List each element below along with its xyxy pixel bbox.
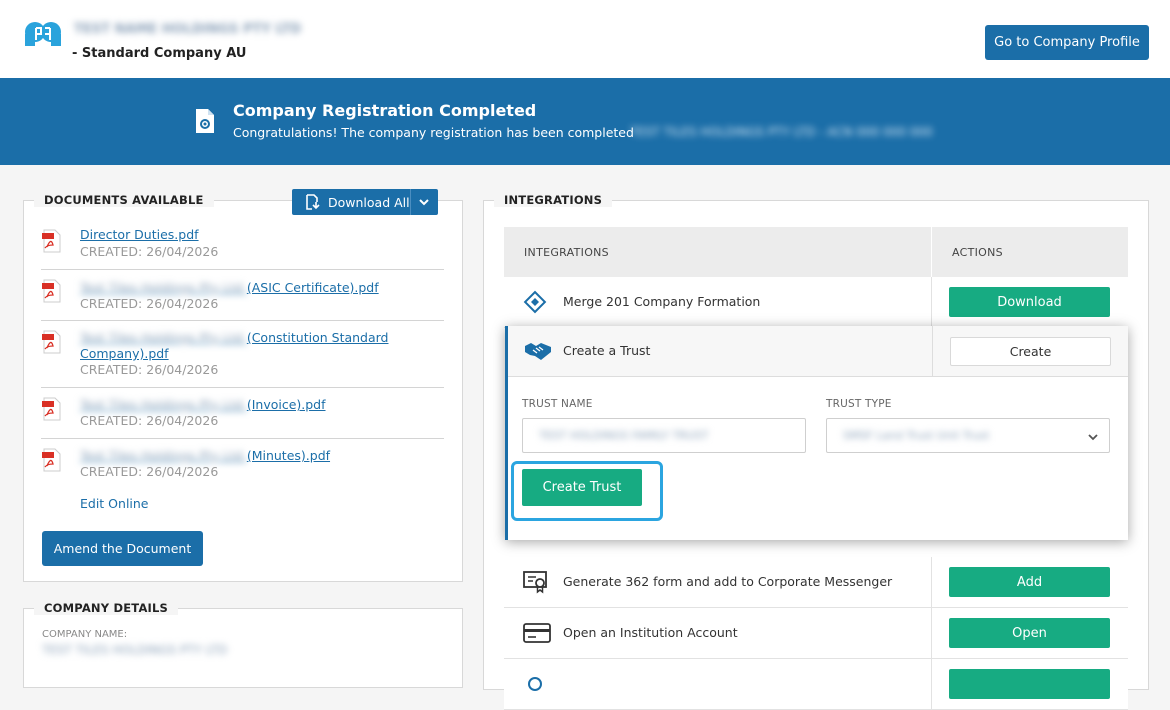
document-item: Director Duties.pdf CREATED: 26/04/2026	[41, 227, 444, 270]
pdf-icon	[42, 448, 61, 472]
download-button[interactable]: Download	[949, 287, 1110, 317]
create-trust-row: Create a Trust Create	[508, 326, 1128, 377]
pdf-icon	[42, 279, 61, 303]
column-header-integrations: INTEGRATIONS	[504, 227, 931, 277]
column-header-actions: ACTIONS	[932, 227, 1128, 277]
column-divider	[931, 659, 932, 709]
document-link[interactable]: Director Duties.pdf	[80, 227, 420, 243]
amend-document-button[interactable]: Amend the Document	[42, 531, 203, 566]
column-divider	[931, 557, 932, 607]
edit-online-link[interactable]: Edit Online	[80, 496, 149, 511]
download-all-label: Download All	[328, 194, 410, 210]
action-button[interactable]	[949, 669, 1110, 699]
trust-type-select[interactable]: SMSF Land Trust Unit Trust	[826, 418, 1110, 453]
integration-label: Merge 201 Company Formation	[563, 294, 761, 309]
table-row: Open an Institution Account Open	[504, 608, 1128, 659]
column-divider	[932, 326, 933, 377]
create-button[interactable]: Create	[950, 337, 1111, 366]
table-row: Merge 201 Company Formation Download	[504, 277, 1128, 328]
completion-banner: Company Registration Completed Congratul…	[0, 78, 1170, 165]
handshake-icon	[525, 343, 551, 360]
company-details-panel: COMPANY DETAILS COMPANY NAME: TEST TILES…	[23, 601, 463, 688]
documents-legend: DOCUMENTS AVAILABLE	[34, 193, 214, 207]
document-created-date: CREATED: 26/04/2026	[80, 413, 219, 428]
documents-panel: DOCUMENTS AVAILABLE Download All Directo…	[23, 189, 463, 582]
split-divider	[410, 189, 411, 215]
document-link[interactable]: Test Tiles Holdings Pty Ltd (Invoice).pd…	[80, 397, 420, 413]
document-link[interactable]: Test Tiles Holdings Pty Ltd (ASIC Certif…	[80, 280, 420, 296]
document-link[interactable]: Test Tiles Holdings Pty Ltd (Constitutio…	[80, 330, 420, 362]
certificate-icon	[523, 571, 547, 594]
company-details-legend: COMPANY DETAILS	[34, 601, 179, 615]
column-divider	[931, 608, 932, 658]
document-item: Test Tiles Holdings Pty Ltd (ASIC Certif…	[41, 270, 444, 321]
banner-title: Company Registration Completed	[233, 101, 537, 120]
document-link[interactable]: Test Tiles Holdings Pty Ltd (Minutes).pd…	[80, 448, 420, 464]
add-button[interactable]: Add	[949, 567, 1110, 597]
card-icon	[523, 623, 551, 643]
go-to-company-profile-button[interactable]: Go to Company Profile	[985, 25, 1149, 60]
document-item: Test Tiles Holdings Pty Ltd (Invoice).pd…	[41, 388, 444, 439]
trust-type-label: TRUST TYPE	[826, 398, 892, 410]
merge-icon	[523, 290, 547, 314]
document-created-date: CREATED: 26/04/2026	[80, 464, 219, 479]
banner-message: Congratulations! The company registratio…	[233, 125, 634, 140]
column-divider	[931, 277, 932, 327]
download-all-button[interactable]: Download All	[292, 189, 438, 215]
document-created-date: CREATED: 26/04/2026	[80, 296, 219, 311]
table-row	[504, 659, 1128, 710]
company-name-label: COMPANY NAME:	[42, 629, 128, 640]
brand-logo-icon	[25, 22, 61, 46]
integrations-legend: INTEGRATIONS	[494, 193, 613, 207]
document-created-date: CREATED: 26/04/2026	[80, 362, 219, 377]
document-created-date: CREATED: 26/04/2026	[80, 244, 219, 259]
chevron-down-icon[interactable]	[418, 196, 430, 208]
trust-type-value: SMSF Land Trust Unit Trust	[843, 429, 990, 442]
settings-icon	[528, 677, 542, 691]
company-name-value: TEST TILES HOLDINGS PTY LTD	[42, 643, 228, 657]
pdf-icon	[42, 330, 61, 354]
integration-label: Open an Institution Account	[563, 625, 738, 640]
trust-name-label: TRUST NAME	[522, 398, 593, 410]
document-item: Test Tiles Holdings Pty Ltd (Minutes).pd…	[41, 439, 444, 490]
chevron-down-icon	[1088, 434, 1098, 441]
company-type: - Standard Company AU	[72, 46, 247, 61]
company-name: TEST NAME HOLDINGS PTY LTD	[74, 22, 302, 37]
document-item: Test Tiles Holdings Pty Ltd (Constitutio…	[41, 321, 444, 388]
trust-name-value: TEST HOLDINGS FAMILY TRUST	[539, 429, 709, 442]
trust-name-input[interactable]: TEST HOLDINGS FAMILY TRUST	[522, 418, 806, 453]
banner-company-ref: TEST TILES HOLDINGS PTY LTD - ACN 000 00…	[630, 125, 933, 139]
app-header: TEST NAME HOLDINGS PTY LTD - Standard Co…	[0, 0, 1170, 78]
download-file-icon	[306, 194, 320, 210]
create-trust-card: Create a Trust Create TRUST NAME TEST HO…	[505, 326, 1128, 540]
open-button[interactable]: Open	[949, 618, 1110, 648]
pdf-icon	[42, 397, 61, 421]
pdf-icon	[42, 229, 61, 253]
document-gear-icon	[196, 109, 214, 133]
integration-label: Generate 362 form and add to Corporate M…	[563, 574, 893, 589]
table-row: Generate 362 form and add to Corporate M…	[504, 557, 1128, 608]
create-trust-label: Create a Trust	[563, 343, 651, 358]
create-trust-button[interactable]: Create Trust	[522, 469, 642, 506]
